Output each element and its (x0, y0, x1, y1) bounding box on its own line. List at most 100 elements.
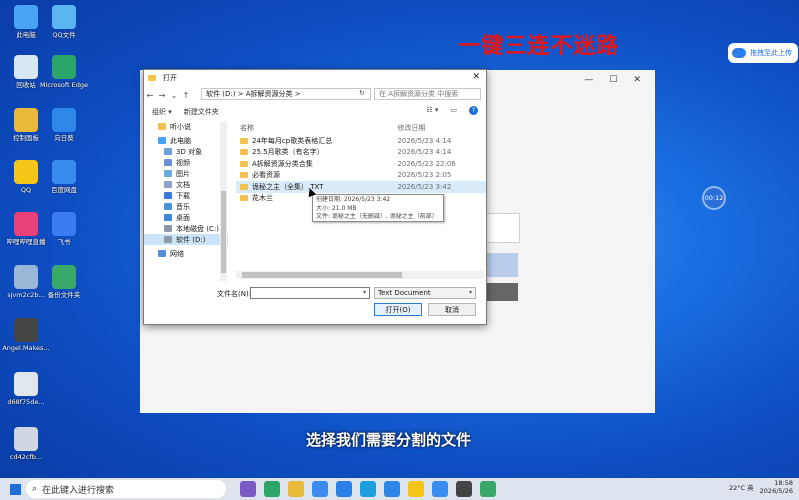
taskbar-app-icon[interactable] (264, 481, 280, 497)
nav-scrollbar[interactable] (220, 121, 227, 281)
file-name-cell: A拆解资源分类合集 (236, 159, 397, 169)
address-bar[interactable]: 软件 (D:) > A拆解资源分类 > (201, 88, 371, 100)
filename-input[interactable]: ▾ (250, 287, 370, 299)
up-arrow-icon[interactable]: ↑ (180, 91, 192, 100)
taskbar-app-icon[interactable] (432, 481, 448, 497)
nav-item[interactable]: 图片 (144, 168, 228, 179)
nav-item-label: 软件 (D:) (176, 235, 206, 244)
desktop-icon[interactable]: 飞书 (40, 212, 88, 246)
file-name: 花木兰 (252, 194, 273, 203)
view-options-icon[interactable]: ☷ ▾ (426, 106, 438, 115)
refresh-icon[interactable]: ↻ (359, 89, 365, 97)
desktop-icon[interactable]: Angel.Makes... (2, 318, 50, 352)
taskbar-app-icon[interactable] (288, 481, 304, 497)
nav-item-label: 视频 (176, 158, 190, 167)
taskbar-app-icon[interactable] (312, 481, 328, 497)
taskbar-app-icon[interactable] (456, 481, 472, 497)
file-name: A拆解资源分类合集 (252, 159, 313, 168)
nav-item[interactable]: 音乐 (144, 201, 228, 212)
desktop-icon-label: 百度网盘 (51, 186, 77, 194)
folder-icon (240, 183, 248, 190)
file-row[interactable]: A拆解资源分类合集 2026/5/23 22:06 (236, 158, 486, 170)
file-name: 24年每月cp歌类表格汇总 (252, 136, 333, 145)
file-list-header: 名称 修改日期 (236, 121, 486, 135)
taskbar-search[interactable]: ⌕ 在此键入进行搜索 (26, 480, 226, 498)
new-folder-button[interactable]: 新建文件夹 (184, 107, 219, 117)
timer-bubble[interactable]: 00:12 (702, 186, 726, 210)
desktop-icon[interactable]: Microsoft Edge (40, 55, 88, 89)
taskbar-app-icon[interactable] (240, 481, 256, 497)
nav-item-icon (164, 159, 172, 166)
desktop-icon[interactable]: 向日葵 (40, 108, 88, 142)
taskbar-app-icon[interactable] (360, 481, 376, 497)
taskbar-app-icon[interactable] (384, 481, 400, 497)
nav-item[interactable]: 3D 对象 (144, 146, 228, 157)
start-button[interactable] (6, 480, 24, 498)
file-row[interactable]: 24年每月cp歌类表格汇总 2026/5/23 4:14 (236, 135, 486, 147)
organize-button[interactable]: 组织 ▾ (152, 107, 172, 117)
nav-item[interactable]: 视频 (144, 157, 228, 168)
dialog-close-icon[interactable]: ✕ (472, 72, 480, 82)
folder-icon (148, 75, 156, 81)
forward-arrow-icon[interactable]: → (156, 91, 168, 100)
nav-item-icon (164, 225, 172, 232)
desktop-icon[interactable]: 百度网盘 (40, 160, 88, 194)
date-column-header[interactable]: 修改日期 (397, 123, 486, 133)
recent-dropdown-icon[interactable]: ⌄ (168, 91, 180, 100)
nav-item[interactable]: 网络 (144, 248, 228, 259)
close-icon[interactable]: ✕ (633, 75, 641, 85)
desktop-icon[interactable]: QQ文件 (40, 5, 88, 39)
nav-item-icon (164, 214, 172, 221)
folder-icon (240, 137, 248, 144)
back-arrow-icon[interactable]: ← (144, 91, 156, 100)
folder-icon (240, 195, 248, 202)
nav-item-label: 图片 (176, 169, 190, 178)
nav-item-icon (164, 181, 172, 188)
file-row[interactable]: 必看资源 2026/5/23 2:05 (236, 170, 486, 182)
taskbar-clock[interactable]: 18:58 2026/5/26 (760, 479, 793, 495)
file-list-hscrollbar[interactable] (236, 271, 484, 279)
clock-date: 2026/5/26 (759, 487, 793, 495)
taskbar-app-icon[interactable] (336, 481, 352, 497)
nav-item-icon (164, 236, 172, 243)
nav-item[interactable]: 本地磁盘 (C:) (144, 223, 228, 234)
desktop-icon[interactable]: 备份文件夹 (40, 265, 88, 299)
address-text: 软件 (D:) > A拆解资源分类 > (206, 90, 301, 98)
file-row[interactable]: 诡秘之主（全集）.TXT 2026/5/23 3:42 (236, 181, 486, 193)
file-row[interactable]: 25.5月歌类（有名字） 2026/5/23 4:14 (236, 147, 486, 159)
nav-item-icon (164, 203, 172, 210)
cancel-button[interactable]: 取消 (428, 303, 476, 316)
search-input[interactable]: 在 A拆解资源分类 中搜索 (374, 88, 481, 100)
name-column-header[interactable]: 名称 (236, 123, 397, 133)
nav-item[interactable]: 文档 (144, 179, 228, 190)
app-icon (14, 318, 38, 342)
dialog-titlebar: 打开 ✕ (144, 70, 486, 86)
desktop-icon[interactable]: d68f75de... (2, 372, 50, 406)
nav-item[interactable]: 桌面 (144, 212, 228, 223)
bg-blue-button[interactable] (485, 253, 518, 277)
file-type-select[interactable]: Text Document ▾ (374, 287, 476, 299)
desktop-icon[interactable]: cd42cfb... (2, 427, 50, 461)
file-name-cell: 诡秘之主（全集）.TXT (236, 182, 397, 192)
bg-dark-button[interactable] (485, 283, 518, 301)
nav-item-label: 3D 对象 (176, 147, 203, 156)
filename-label: 文件名(N): (217, 290, 252, 298)
help-icon[interactable]: ? (469, 106, 478, 115)
nav-item-icon (158, 123, 166, 130)
taskbar-app-icon[interactable] (480, 481, 496, 497)
nav-item[interactable]: 软件 (D:) (144, 234, 228, 245)
tray-status[interactable]: 22°C 英 (729, 482, 754, 492)
nav-item[interactable]: 此电脑 (144, 135, 228, 146)
nav-item[interactable]: 下载 (144, 190, 228, 201)
file-date: 2026/5/23 3:42 (397, 182, 452, 191)
preview-pane-icon[interactable]: ▭ (450, 106, 457, 115)
nav-item[interactable]: 听小说 (144, 121, 228, 132)
upload-button[interactable]: 拖拽至此上传 (728, 43, 798, 63)
minimize-icon[interactable]: — (584, 75, 593, 85)
maximize-icon[interactable]: ☐ (609, 75, 617, 85)
chevron-down-icon[interactable]: ▾ (363, 289, 366, 296)
taskbar-app-icon[interactable] (408, 481, 424, 497)
open-button[interactable]: 打开(O) (374, 303, 422, 316)
app-icon (14, 55, 38, 79)
clock-time: 18:58 (774, 479, 793, 487)
